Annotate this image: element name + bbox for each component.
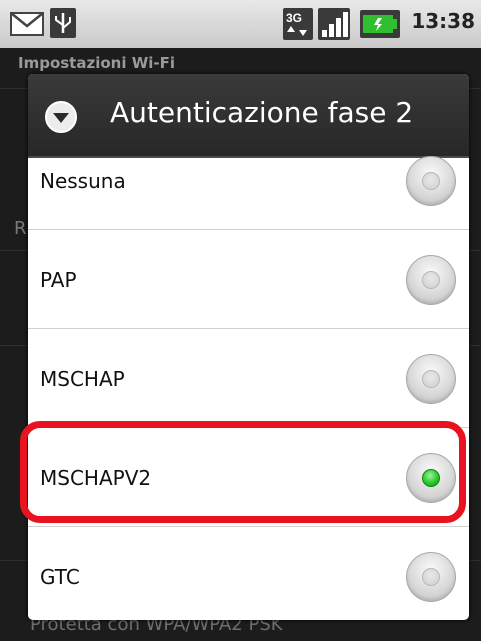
3g-data-icon: 3G	[283, 8, 313, 40]
gmail-icon	[10, 12, 44, 36]
option-label: MSCHAP	[40, 366, 125, 391]
radio-button[interactable]	[406, 254, 456, 305]
selection-highlight	[20, 421, 466, 523]
option-mschap[interactable]: MSCHAP	[28, 330, 469, 428]
radio-dot	[422, 270, 440, 289]
signal-icon	[318, 8, 350, 40]
radio-dot	[422, 369, 440, 388]
option-label: GTC	[40, 565, 80, 589]
status-bar: 3G 13:38	[0, 0, 481, 48]
svg-text:3G: 3G	[286, 11, 302, 25]
radio-button[interactable]	[406, 353, 456, 404]
phase2-auth-dialog: Autenticazione fase 2 Nessuna PAP MSCHAP…	[28, 74, 469, 620]
dropdown-circle-icon	[45, 101, 77, 133]
radio-dot	[422, 568, 440, 586]
radio-button[interactable]	[406, 155, 456, 206]
battery-icon	[360, 10, 400, 38]
background-partial-text: R	[14, 218, 27, 239]
screen-title: Impostazioni Wi-Fi	[18, 54, 175, 72]
option-label: PAP	[40, 267, 77, 292]
option-label: Nessuna	[40, 168, 126, 193]
usb-icon	[50, 8, 76, 38]
radio-button[interactable]	[406, 552, 456, 602]
option-pap[interactable]: PAP	[28, 231, 469, 329]
option-nessuna[interactable]: Nessuna	[28, 132, 469, 230]
clock: 13:38	[411, 9, 475, 33]
radio-dot	[422, 171, 440, 190]
option-gtc[interactable]: GTC	[28, 528, 469, 620]
dialog-title: Autenticazione fase 2	[110, 96, 414, 129]
